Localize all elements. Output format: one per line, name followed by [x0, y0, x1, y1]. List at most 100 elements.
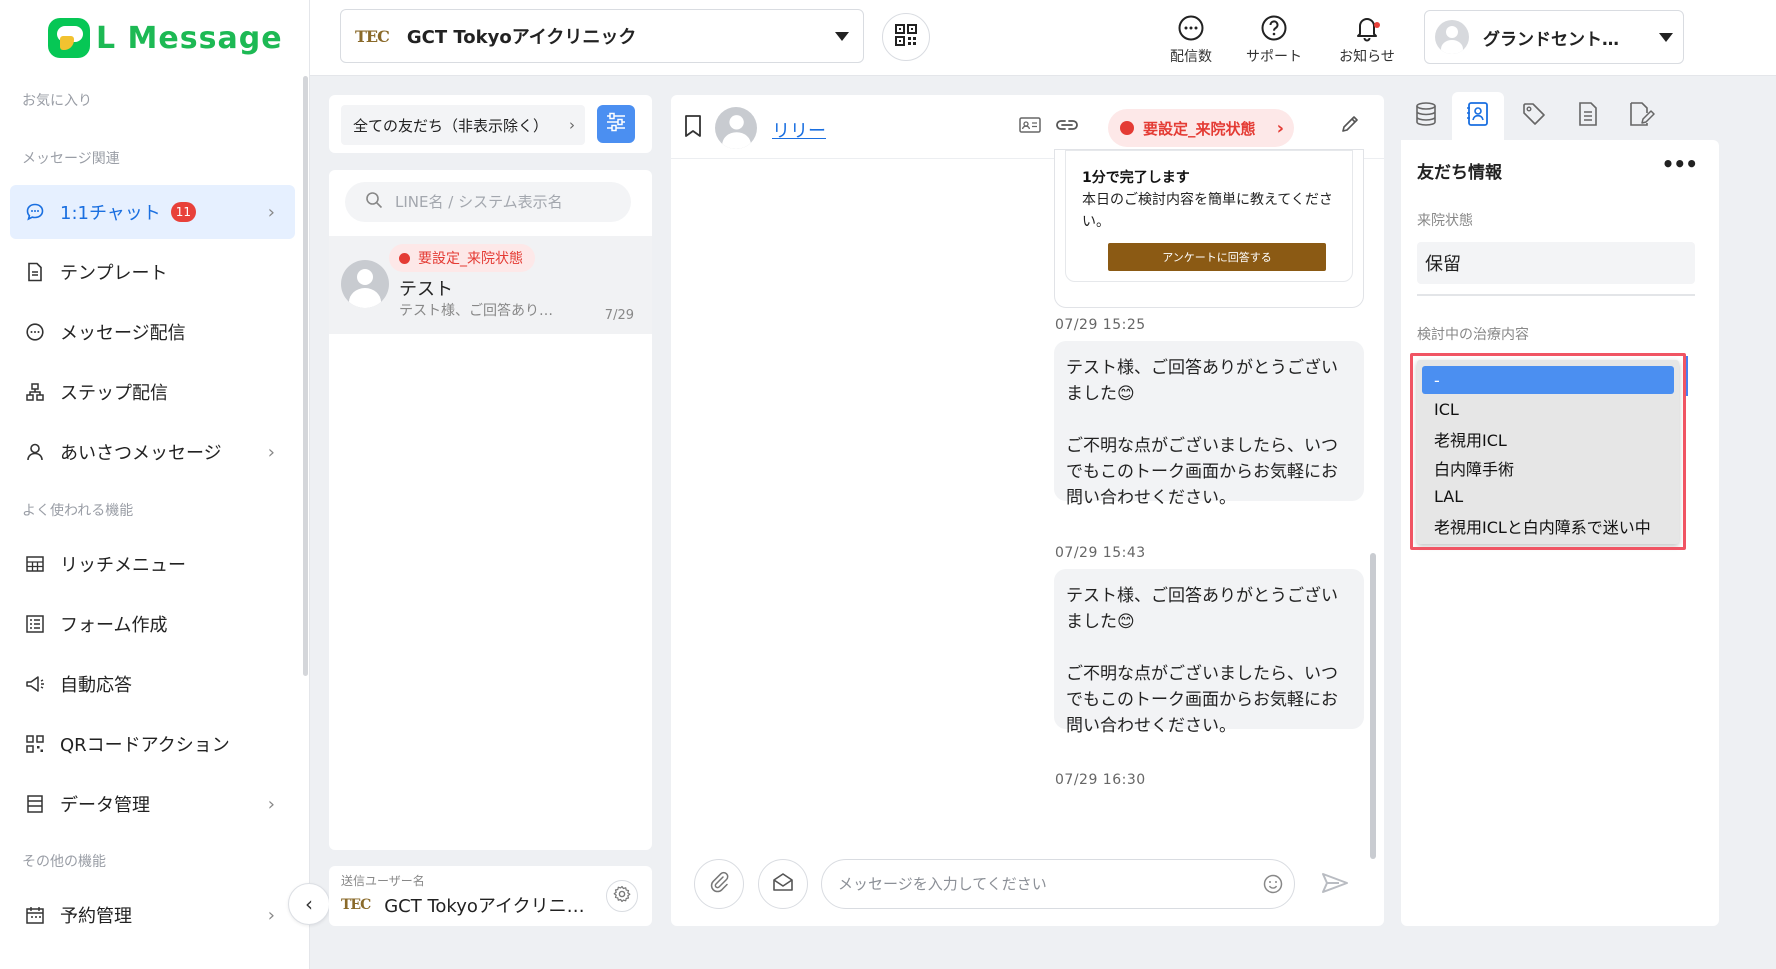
message-bubble-icon [24, 321, 46, 343]
filter-settings-button[interactable] [597, 105, 635, 143]
sidebar-item-reservation[interactable]: 予約管理 › [10, 888, 295, 942]
attach-button[interactable] [694, 859, 744, 909]
sidebar-item-label: あいさつメッセージ [60, 443, 222, 464]
chevron-right-icon: › [267, 201, 275, 223]
chat-scrollbar[interactable] [1370, 553, 1376, 859]
megaphone-icon [24, 673, 46, 695]
friend-message-preview: テスト様、ご回答あり… [399, 303, 553, 319]
qr-code-button[interactable] [882, 13, 930, 61]
sidebar-item-data[interactable]: データ管理 › [10, 777, 295, 831]
sidebar-item-label: 1:1チャット [60, 203, 161, 224]
tab-database[interactable] [1400, 92, 1452, 140]
friend-filter-dropdown[interactable]: 全ての友だち（非表示除く） › [341, 105, 585, 145]
status-badge: 要設定_来院状態 [389, 244, 535, 272]
sidebar-item-step[interactable]: ステップ配信 [10, 365, 295, 419]
sidebar-item-template[interactable]: テンプレート [10, 245, 295, 299]
sidebar-item-qr-action[interactable]: QRコードアクション [10, 717, 295, 771]
sidebar-item-form[interactable]: フォーム作成 [10, 597, 295, 651]
caret-down-icon [1659, 33, 1673, 42]
sender-name: GCT Tokyoアイクリニ… [384, 896, 585, 917]
delivery-count-button[interactable]: 配信数 [1146, 10, 1236, 66]
profile-card-icon[interactable] [1019, 116, 1041, 138]
avatar [1435, 20, 1469, 54]
user-name: グランドセント… [1483, 29, 1619, 50]
chat-status-button[interactable]: 要設定_来院状態 › [1108, 109, 1294, 147]
account-name: GCT Tokyoアイクリニック [406, 27, 637, 48]
chevron-right-icon: › [1276, 117, 1284, 139]
message-timestamp: 07/29 16:30 [1055, 772, 1146, 788]
chat-user-name[interactable]: リリー [772, 117, 826, 143]
qr-icon [24, 733, 46, 755]
sidebar-item-label: テンプレート [60, 263, 168, 284]
visit-status-field[interactable]: 保留 [1417, 242, 1695, 284]
message-composer [671, 859, 1384, 926]
document-icon [24, 261, 46, 283]
sidebar-item-chat[interactable]: 1:1チャット 11 › [10, 185, 295, 239]
support-label: サポート [1246, 49, 1302, 65]
caret-down-icon [835, 32, 849, 41]
treatment-label: 検討中の治療内容 [1417, 327, 1529, 343]
delivery-count-label: 配信数 [1170, 49, 1212, 65]
bookmark-icon[interactable] [683, 114, 703, 142]
link-icon[interactable] [1054, 116, 1080, 138]
sidebar-item-label: メッセージ配信 [60, 323, 186, 344]
survey-card-content: 1分で完了します 本日のご検討内容を簡単に教えてください。 アンケートに回答する [1065, 150, 1353, 282]
form-icon [24, 613, 46, 635]
section-other: その他の機能 [22, 854, 106, 870]
section-favorites: お気に入り [22, 93, 92, 109]
template-message-button[interactable] [758, 859, 808, 909]
friend-search-input[interactable] [395, 193, 615, 211]
tab-edit-notes[interactable] [1616, 92, 1668, 140]
calendar-icon [24, 904, 46, 926]
friend-search-box[interactable] [345, 182, 631, 222]
sliders-icon [605, 112, 627, 136]
sidebar: L Message お気に入り メッセージ関連 1:1チャット 11 › テンプ… [0, 0, 310, 969]
sidebar-scrollbar[interactable] [303, 76, 308, 676]
friend-filter-bar: 全ての友だち（非表示除く） › [329, 95, 652, 153]
section-common: よく使われる機能 [22, 503, 134, 519]
friend-list-panel: 要設定_来院状態 テスト テスト様、ご回答あり… 7/29 [329, 170, 652, 850]
sidebar-item-greeting[interactable]: あいさつメッセージ › [10, 425, 295, 479]
friend-last-date: 7/29 [604, 308, 634, 323]
more-options-icon[interactable]: ••• [1662, 152, 1698, 176]
notification-label: お知らせ [1339, 49, 1395, 65]
emoji-icon[interactable] [1262, 873, 1284, 899]
sidebar-item-auto-reply[interactable]: 自動応答 [10, 657, 295, 711]
status-dot [399, 252, 410, 264]
sidebar-item-broadcast[interactable]: メッセージ配信 [10, 305, 295, 359]
message-timestamp: 07/29 15:25 [1055, 317, 1146, 333]
message-bubble: テスト様、ご回答ありがとうございました😊 ご不明な点がございましたら、いつでもこ… [1054, 569, 1364, 736]
account-select[interactable]: TEC GCT Tokyoアイクリニック [340, 9, 864, 63]
support-button[interactable]: サポート [1229, 10, 1319, 66]
send-icon[interactable] [1321, 871, 1349, 899]
clinic-logo: TEC [355, 26, 390, 46]
message-input[interactable] [821, 859, 1295, 909]
friend-list-item[interactable]: 要設定_来院状態 テスト テスト様、ご回答あり… 7/29 [329, 236, 652, 334]
visit-status-label: 来院状態 [1417, 213, 1473, 229]
chevron-right-icon: › [267, 904, 275, 926]
gear-icon [613, 885, 631, 907]
survey-answer-button[interactable]: アンケートに回答する [1108, 243, 1326, 271]
sidebar-item-label: 自動応答 [60, 675, 132, 696]
l-message-logo-icon [48, 18, 90, 58]
unread-badge: 11 [170, 202, 197, 222]
survey-title: 1分で完了します [1082, 170, 1190, 186]
sender-panel: 送信ユーザー名 TEC GCT Tokyoアイクリニ… [329, 866, 652, 926]
tab-tags[interactable] [1508, 92, 1560, 140]
tab-friend-info[interactable] [1452, 92, 1504, 140]
chat-message-area: 1分で完了します 本日のご検討内容を簡単に教えてください。 アンケートに回答する… [671, 149, 1384, 859]
sidebar-item-label: ステップ配信 [60, 383, 168, 404]
sender-settings-button[interactable] [606, 880, 638, 912]
notification-button[interactable]: お知らせ [1322, 10, 1412, 66]
tag-icon [1522, 102, 1546, 130]
sender-label: 送信ユーザー名 [341, 874, 425, 888]
tab-notes[interactable] [1562, 92, 1614, 140]
message-text: テスト様、ご回答ありがとうございました😊 ご不明な点がございましたら、いつでもこ… [1066, 358, 1338, 508]
sidebar-item-rich-menu[interactable]: リッチメニュー [10, 537, 295, 591]
collapse-sidebar-button[interactable]: ‹ [288, 883, 330, 925]
edit-icon[interactable] [1339, 113, 1361, 139]
document-icon [1577, 101, 1599, 131]
chat-status-text: 要設定_来院状態 [1143, 119, 1256, 138]
app-logo[interactable]: L Message [48, 18, 283, 58]
user-menu[interactable]: グランドセント… [1424, 10, 1684, 64]
